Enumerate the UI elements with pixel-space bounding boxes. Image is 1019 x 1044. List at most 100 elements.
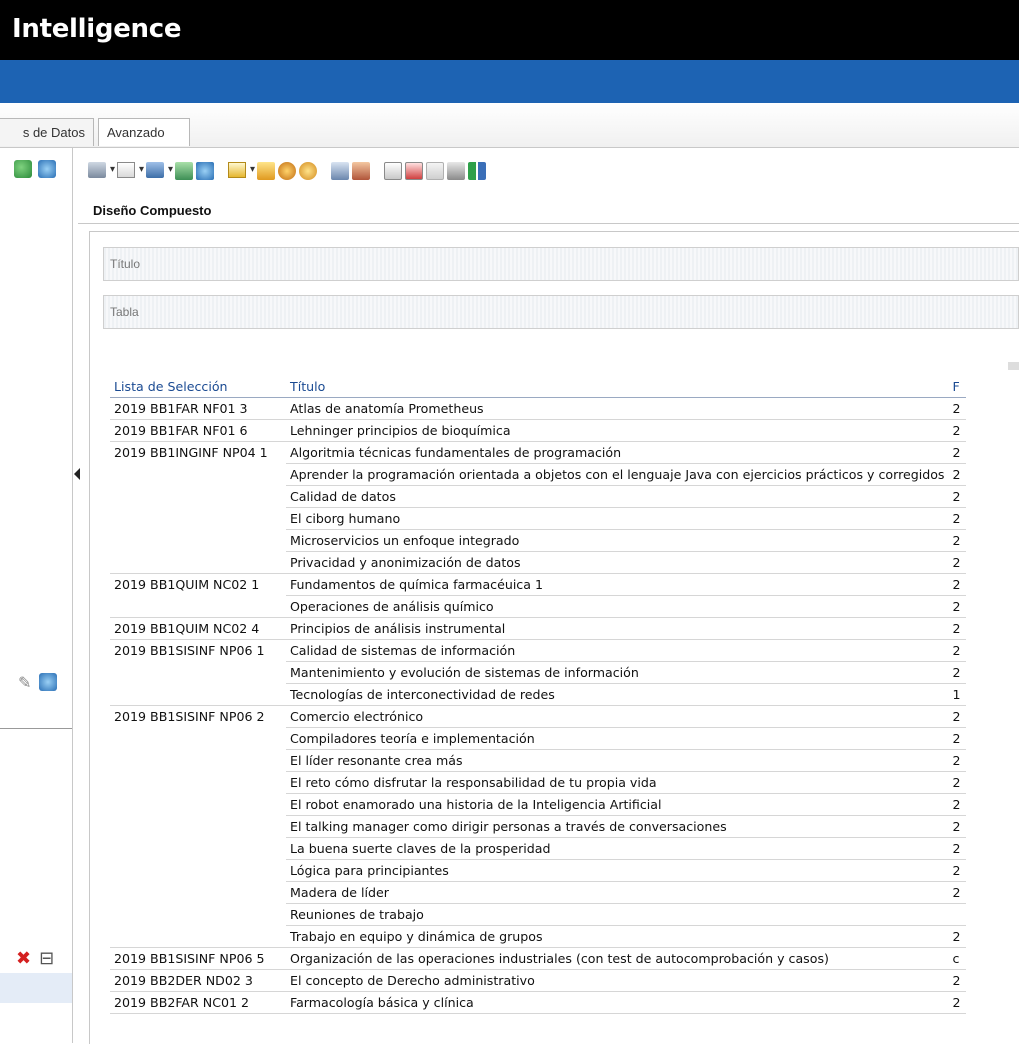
left-panel-toolbar [14, 160, 56, 178]
data-table: Lista de Selección Título F 2019 BB1FAR … [110, 376, 967, 1014]
table-row: 2019 BB1SISINF NP06 5 Organización de las… [110, 947, 967, 970]
table-handle-icon[interactable] [1008, 362, 1019, 370]
cell-selection-list [110, 486, 286, 508]
cell-f: 2 [948, 749, 967, 772]
table-row: 2019 BB2DER ND02 3 El concepto de Derecho… [110, 969, 967, 992]
table-row: 2019 BB1INGINF NP04 1 Algoritmia técnicas… [110, 441, 967, 464]
cell-f: 2 [948, 793, 967, 816]
link-icon[interactable] [278, 162, 296, 180]
cell-title: El líder resonante crea más [286, 749, 949, 772]
copy-icon[interactable] [175, 162, 193, 180]
cell-title: Organización de las operaciones industri… [286, 947, 949, 970]
cell-f: 1 [948, 683, 967, 706]
table-row: Operaciones de análisis químico 2 [110, 595, 967, 618]
column-header-title[interactable]: Título [286, 376, 949, 398]
left-panel-actions: ✎ [18, 673, 58, 692]
add-data-icon[interactable] [14, 160, 32, 178]
cell-selection-list [110, 662, 286, 684]
tab-advanced[interactable]: Avanzado [98, 118, 190, 146]
cell-f: 2 [948, 419, 967, 442]
cell-f: 2 [948, 617, 967, 640]
cell-selection-list: 2019 BB1QUIM NC02 1 [114, 577, 260, 593]
cell-title: Tecnologías de interconectividad de rede… [286, 683, 949, 706]
cell-title: El robot enamorado una historia de la In… [286, 793, 949, 816]
properties-icon[interactable] [447, 162, 465, 180]
table-row: 2019 BB1SISINF NP06 1 Calidad de sistemas… [110, 639, 967, 662]
cell-f: 2 [948, 573, 967, 596]
report-disabled-icon[interactable] [426, 162, 444, 180]
tab-data-sources[interactable]: s de Datos [0, 118, 94, 146]
help-icon[interactable] [299, 162, 317, 180]
cell-selection-list: 2019 BB1SISINF NP06 1 [114, 643, 265, 659]
table-section[interactable]: Tabla [103, 295, 1019, 329]
new-layout-icon[interactable] [228, 162, 255, 180]
cell-f [948, 903, 967, 926]
cell-selection-list [110, 772, 286, 794]
panel-title: Diseño Compuesto [93, 203, 212, 218]
refresh-icon[interactable] [196, 162, 214, 180]
cell-f: 2 [948, 441, 967, 464]
table-row: El robot enamorado una historia de la In… [110, 793, 967, 816]
printer-icon[interactable] [88, 162, 115, 180]
table-row: Compiladores teoría e implementación 2 [110, 727, 967, 750]
table-row: 2019 BB1FAR NF01 6 Lehninger principios d… [110, 419, 967, 442]
cell-selection-list [110, 595, 286, 618]
delete-icon[interactable]: ✖ [16, 948, 31, 969]
sort-icon[interactable] [468, 162, 486, 180]
report-icon[interactable] [384, 162, 402, 180]
cell-title: Madera de líder [286, 881, 949, 904]
table-header-row: Lista de Selección Título F [110, 376, 967, 398]
panel-title-divider [78, 223, 1019, 224]
table-section-label: Tabla [110, 305, 139, 319]
title-section-label: Título [110, 257, 141, 271]
edit-icon[interactable] [257, 162, 275, 180]
report-add-icon[interactable] [405, 162, 423, 180]
export-icon[interactable] [117, 162, 144, 180]
table-row: El reto cómo disfrutar la responsabilida… [110, 771, 967, 794]
column-header-f[interactable]: F [948, 376, 967, 398]
cell-selection-list: 2019 BB2FAR NC01 2 [110, 991, 286, 1014]
refresh-icon[interactable] [39, 673, 58, 691]
cell-f: 2 [948, 881, 967, 904]
cell-title: Principios de análisis instrumental [286, 617, 949, 640]
cell-f: 2 [948, 639, 967, 662]
cell-f: 2 [948, 727, 967, 750]
refresh-icon[interactable] [38, 160, 56, 178]
properties-icon[interactable]: ⊟ [39, 948, 54, 969]
cell-title: Trabajo en equipo y dinámica de grupos [286, 925, 949, 948]
cell-title: El reto cómo disfrutar la responsabilida… [286, 771, 949, 794]
table-row: Lógica para principiantes 2 [110, 859, 967, 882]
view-icon[interactable] [146, 162, 173, 180]
pencil-icon[interactable]: ✎ [18, 673, 31, 692]
cell-f: 2 [948, 859, 967, 882]
table-row: 2019 BB2FAR NC01 2 Farmacología básica y … [110, 991, 967, 1014]
cell-title: Privacidad y anonimización de datos [286, 551, 949, 574]
calculator-icon[interactable] [331, 162, 349, 180]
table-row: Aprender la programación orientada a obj… [110, 463, 967, 486]
table-row: Madera de líder 2 [110, 881, 967, 904]
cell-f: 2 [948, 969, 967, 992]
cell-f: 2 [948, 507, 967, 530]
cell-selection-list: 2019 BB2DER ND02 3 [110, 969, 286, 992]
cell-selection-list: 2019 BB1FAR NF01 6 [110, 419, 286, 442]
cell-selection-list [110, 860, 286, 882]
column-header-selection-list[interactable]: Lista de Selección [110, 376, 286, 398]
left-panel: ✎ ✖ ⊟ [0, 148, 73, 1043]
users-icon[interactable] [352, 162, 370, 180]
table-row: 2019 BB1QUIM NC02 4 Principios de análisi… [110, 617, 967, 640]
table-row: 2019 BB1FAR NF01 3 Atlas de anatomía Prom… [110, 397, 967, 420]
cell-f: 2 [948, 397, 967, 420]
cell-title: Lehninger principios de bioquímica [286, 419, 949, 442]
cell-title: Microservicios un enfoque integrado [286, 529, 949, 552]
cell-selection-list [110, 794, 286, 816]
table-row: El líder resonante crea más 2 [110, 749, 967, 772]
table-row: El talking manager como dirigir personas… [110, 815, 967, 838]
cell-title: Compiladores teoría e implementación [286, 727, 949, 750]
title-section[interactable]: Título [103, 247, 1019, 281]
cell-f: c [948, 947, 967, 970]
cell-selection-list: 2019 BB1FAR NF01 3 [110, 397, 286, 420]
cell-selection-list [110, 925, 286, 948]
cell-title: Calidad de sistemas de información [286, 639, 949, 662]
table-row: Reuniones de trabajo [110, 903, 967, 926]
left-panel-selected-row[interactable] [0, 973, 72, 1003]
